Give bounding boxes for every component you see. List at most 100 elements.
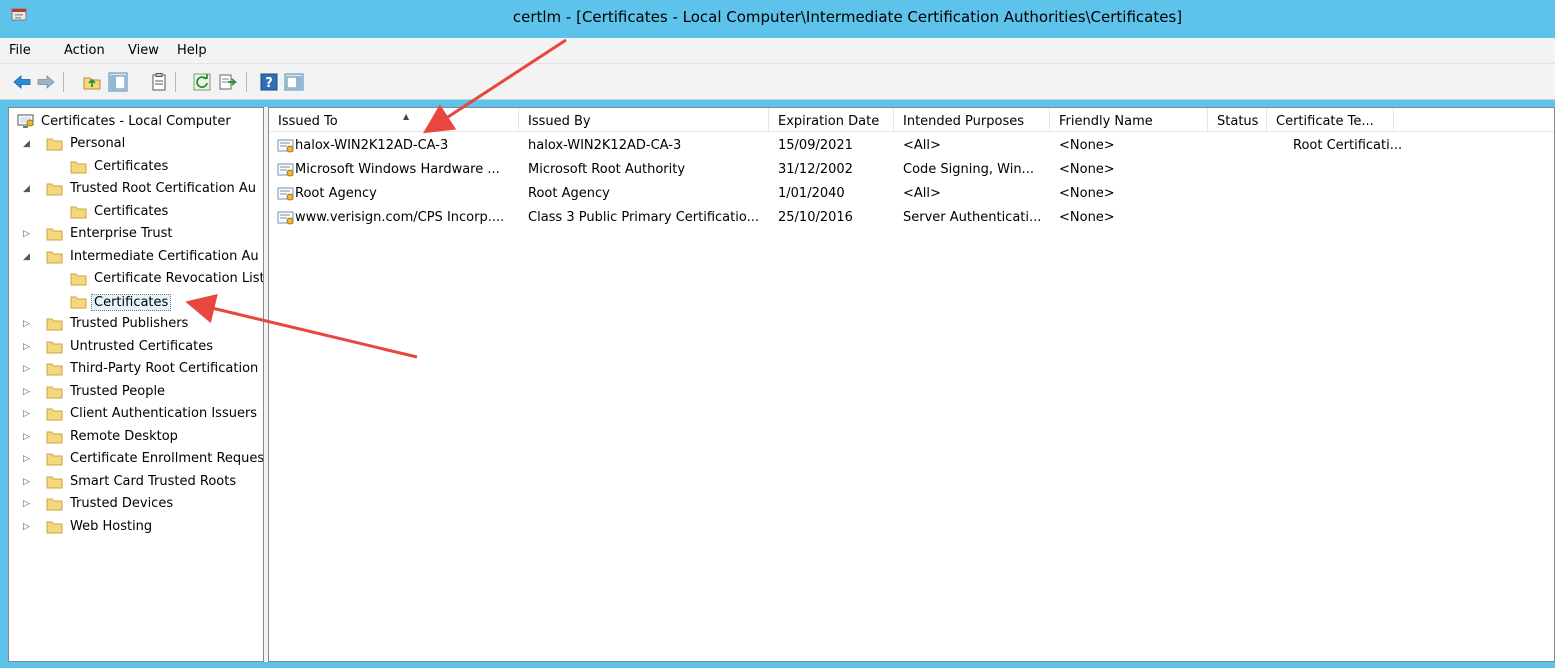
column-header-issued-by[interactable]: Issued By (519, 108, 769, 132)
menu-help[interactable]: Help (177, 43, 207, 58)
tree-item-label: Trusted Publishers (70, 316, 189, 331)
certificate-icon (277, 186, 295, 202)
tree-item[interactable]: ◢ Trusted Root Certification Au (9, 179, 263, 201)
certificate-icon (277, 210, 295, 226)
tree-item[interactable]: ▷ Trusted Devices (9, 494, 263, 516)
refresh-icon[interactable] (192, 72, 212, 92)
collapse-triangle-icon[interactable]: ◢ (23, 184, 33, 194)
tree-item-label: Certificates (91, 293, 172, 311)
menu-file[interactable]: File (9, 43, 31, 58)
expand-triangle-icon[interactable]: ▷ (23, 499, 33, 509)
certificate-list-pane[interactable]: Issued To ▲ Issued By Expiration Date In… (268, 107, 1555, 662)
expand-triangle-icon[interactable]: ▷ (23, 229, 33, 239)
expand-triangle-icon[interactable]: ▷ (23, 522, 33, 532)
folder-icon (70, 272, 87, 286)
toolbar-separator (246, 72, 247, 92)
show-hide-action-pane-icon[interactable] (284, 72, 304, 92)
table-cell: Microsoft Windows Hardware ... (295, 162, 500, 177)
table-cell: 31/12/2002 (778, 162, 853, 177)
sort-ascending-icon: ▲ (403, 112, 410, 121)
tree-item[interactable]: ▷ Third-Party Root Certification (9, 359, 263, 381)
expand-triangle-icon[interactable]: ▷ (23, 319, 33, 329)
folder-icon (46, 137, 63, 151)
tree-item[interactable]: ◢ Personal (9, 134, 263, 156)
table-cell: Server Authenticati... (903, 210, 1042, 225)
tree-root-label: Certificates - Local Computer (41, 114, 231, 129)
expand-triangle-icon[interactable]: ▷ (23, 432, 33, 442)
tree-item[interactable]: ▷ Smart Card Trusted Roots (9, 472, 263, 494)
expand-triangle-icon[interactable]: ▷ (23, 454, 33, 464)
column-header-status[interactable]: Status (1208, 108, 1267, 132)
show-hide-console-tree-icon[interactable] (108, 72, 128, 92)
tree-item-label: Third-Party Root Certification (70, 361, 259, 376)
tree-item[interactable]: Certificates (9, 202, 263, 224)
window-title: certlm - [Certificates - Local Computer\… (512, 8, 1183, 26)
menu-action[interactable]: Action (64, 43, 105, 58)
svg-text:?: ? (265, 76, 273, 91)
tree-item[interactable]: ▷ Trusted People (9, 382, 263, 404)
tree-item[interactable]: ▷ Certificate Enrollment Reques (9, 449, 263, 471)
certificate-icon (277, 138, 295, 154)
expand-triangle-icon[interactable]: ▷ (23, 387, 33, 397)
tree-item[interactable]: ▷ Enterprise Trust (9, 224, 263, 246)
folder-icon (46, 430, 63, 444)
table-cell: Code Signing, Win... (903, 162, 1034, 177)
expand-triangle-icon[interactable]: ▷ (23, 364, 33, 374)
table-cell: <All> (903, 138, 941, 153)
tree-item[interactable]: ▷ Client Authentication Issuers (9, 404, 263, 426)
forward-arrow-icon[interactable] (36, 72, 56, 92)
collapse-triangle-icon[interactable]: ◢ (23, 252, 33, 262)
toolbar-separator (175, 72, 176, 92)
tree-item[interactable]: ◢ Intermediate Certification Au (9, 247, 263, 269)
tree-item[interactable]: ▷ Untrusted Certificates (9, 337, 263, 359)
expand-triangle-icon[interactable]: ▷ (23, 342, 33, 352)
tree-item-selected[interactable]: Certificates (9, 292, 263, 314)
table-cell: halox-WIN2K12AD-CA-3 (528, 138, 682, 153)
table-cell: 25/10/2016 (778, 210, 853, 225)
tree-item[interactable]: ▷ Trusted Publishers (9, 314, 263, 336)
tree-item-label: Smart Card Trusted Roots (70, 473, 237, 489)
properties-icon[interactable] (149, 72, 169, 92)
tree-item[interactable]: Certificate Revocation List (9, 269, 263, 291)
table-cell: <None> (1059, 186, 1115, 201)
menu-view[interactable]: View (128, 43, 159, 58)
table-row[interactable]: Root Agency Root Agency 1/01/2040 <All> <Non… (269, 183, 1554, 206)
table-row[interactable]: halox-WIN2K12AD-CA-3 halox-WIN2K12AD-CA-3… (269, 135, 1554, 158)
menu-bar: File Action View Help (0, 38, 1555, 64)
up-folder-icon[interactable] (82, 72, 102, 92)
title-bar[interactable]: certlm - [Certificates - Local Computer\… (0, 0, 1555, 38)
column-header-intended-purposes[interactable]: Intended Purposes (894, 108, 1050, 132)
folder-icon (46, 317, 63, 331)
export-list-icon[interactable] (218, 72, 238, 92)
table-cell: Root Certificati... (1293, 138, 1403, 153)
toolbar-separator (63, 72, 64, 92)
expand-triangle-icon[interactable]: ▷ (23, 477, 33, 487)
table-row[interactable]: Microsoft Windows Hardware ... Microsoft … (269, 159, 1554, 182)
back-arrow-icon[interactable] (12, 72, 32, 92)
folder-icon (46, 340, 63, 354)
tree-item-label: Trusted People (70, 383, 166, 399)
column-header-friendly-name[interactable]: Friendly Name (1050, 108, 1208, 132)
tree-item[interactable]: Certificates (9, 157, 263, 179)
tree-root[interactable]: Certificates - Local Computer (9, 112, 263, 134)
folder-icon (46, 407, 63, 421)
expand-triangle-icon[interactable]: ▷ (23, 409, 33, 419)
table-row[interactable]: www.verisign.com/CPS Incorp.... Class 3 P… (269, 207, 1554, 230)
console-tree-pane[interactable]: Certificates - Local Computer ◢ Personal C… (8, 107, 264, 662)
tree-item-label: Trusted Root Certification Au (70, 181, 257, 196)
tree-item[interactable]: ▷ Web Hosting (9, 517, 263, 539)
help-icon[interactable]: ? (259, 72, 279, 92)
tree-item[interactable]: ▷ Remote Desktop (9, 427, 263, 449)
folder-icon (46, 475, 63, 489)
computer-certificates-icon (17, 114, 34, 128)
table-cell: 15/09/2021 (778, 138, 853, 153)
column-header-issued-to[interactable]: Issued To ▲ (269, 108, 519, 132)
folder-icon (46, 227, 63, 241)
column-header-expiration-date[interactable]: Expiration Date (769, 108, 894, 132)
column-header-certificate-template[interactable]: Certificate Te... (1267, 108, 1394, 132)
table-cell: www.verisign.com/CPS Incorp.... (295, 210, 505, 225)
mmc-window: certlm - [Certificates - Local Computer\… (0, 0, 1555, 668)
folder-icon (46, 362, 63, 376)
collapse-triangle-icon[interactable]: ◢ (23, 139, 33, 149)
folder-icon (70, 295, 87, 309)
